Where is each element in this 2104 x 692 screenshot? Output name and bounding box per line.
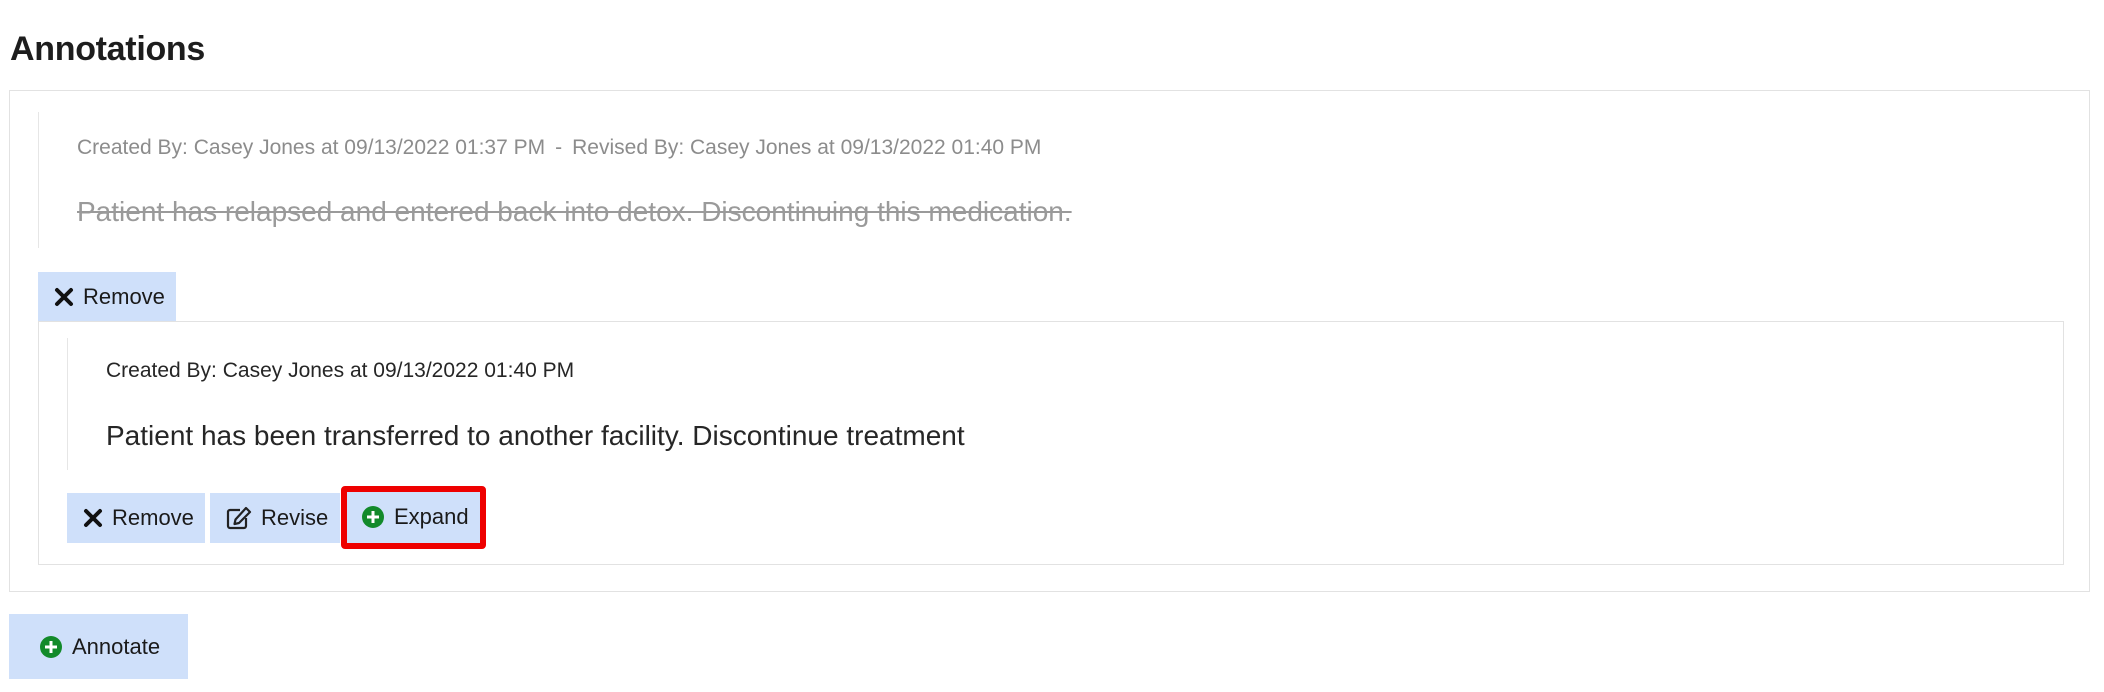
created-by-text: Created By: Casey Jones at 09/13/2022 01…: [106, 359, 575, 382]
remove-button-label: Remove: [112, 505, 194, 530]
annotate-button[interactable]: Annotate: [9, 614, 188, 679]
annotation-text: Patient has been transferred to another …: [106, 420, 965, 451]
revise-button-label: Revise: [261, 505, 329, 530]
revised-by-text: Revised By: Casey Jones at 09/13/2022 01…: [572, 136, 1042, 159]
edit-icon: [226, 506, 252, 530]
plus-circle-icon: [361, 505, 385, 529]
remove-button[interactable]: Remove: [38, 272, 176, 322]
expand-button-label: Expand: [394, 504, 469, 529]
plus-circle-icon: [39, 635, 63, 659]
meta-separator: -: [555, 136, 563, 159]
annotate-button-label: Annotate: [72, 633, 161, 659]
annotations-heading: Annotations: [10, 30, 206, 68]
remove-button-label: Remove: [83, 284, 165, 309]
remove-button[interactable]: Remove: [67, 493, 205, 543]
expand-button[interactable]: Expand: [345, 490, 481, 544]
close-icon: [54, 287, 74, 307]
revise-button[interactable]: Revise: [210, 493, 340, 543]
created-by-text: Created By: Casey Jones at 09/13/2022 01…: [77, 136, 546, 159]
annotation-meta: Created By: Casey Jones at 09/13/2022 01…: [77, 136, 1041, 160]
close-icon: [83, 508, 103, 528]
revised-annotation-text: Patient has relapsed and entered back in…: [77, 196, 1072, 227]
